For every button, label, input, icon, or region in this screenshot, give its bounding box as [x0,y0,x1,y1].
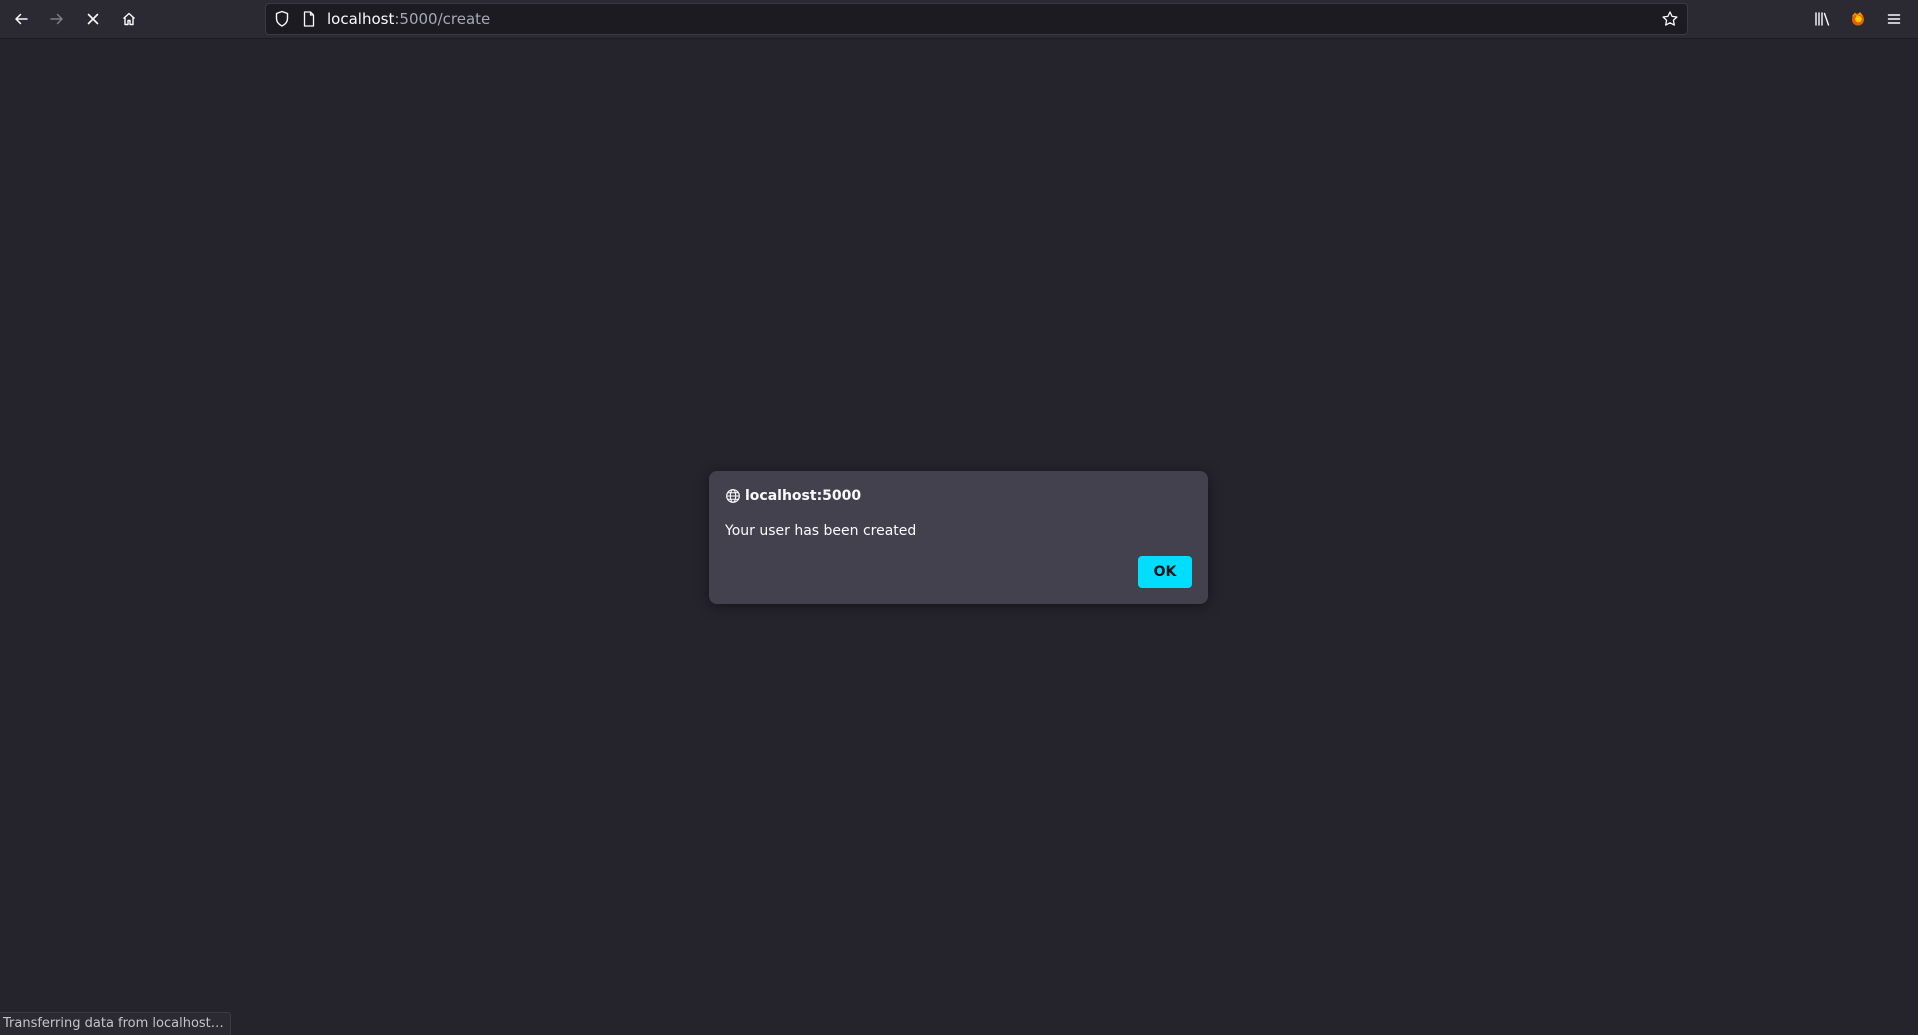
browser-window: localhost:5000/create localhost:5000 You… [0,0,1918,1035]
back-button[interactable] [6,5,36,33]
status-bar: Transferring data from localhost… [0,1012,231,1035]
arrow-left-icon [15,13,28,25]
star-icon[interactable] [1661,10,1679,32]
page-icon[interactable] [302,10,316,32]
extension-button[interactable] [1843,5,1873,33]
firefox-icon [1852,12,1864,26]
url-path: :5000/create [394,10,491,28]
address-bar[interactable]: localhost:5000/create [265,3,1688,35]
library-button[interactable] [1807,5,1837,33]
alert-dialog: localhost:5000 Your user has been create… [709,471,1208,604]
shield-icon[interactable] [274,10,290,32]
home-icon [123,12,135,26]
stop-button[interactable] [78,5,108,33]
url-host: localhost [327,10,395,28]
globe-icon [725,488,741,508]
arrow-right-icon [50,13,63,25]
home-button[interactable] [114,5,144,33]
library-icon [1815,12,1830,26]
hamburger-menu-icon [1887,14,1901,24]
close-icon [87,13,99,25]
ok-button[interactable]: OK [1138,556,1192,588]
dialog-title: localhost:5000 [745,488,862,504]
url-text[interactable]: localhost:5000/create [327,10,490,28]
navigation-toolbar: localhost:5000/create [0,0,1918,39]
app-menu-button[interactable] [1879,5,1909,33]
forward-button[interactable] [42,5,72,33]
dialog-message: Your user has been created [725,523,917,539]
